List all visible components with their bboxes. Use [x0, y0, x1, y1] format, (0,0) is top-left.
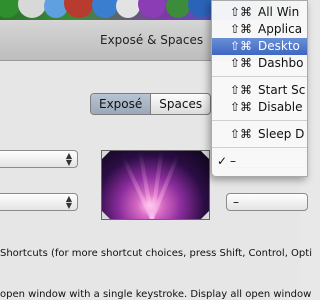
tab-spaces[interactable]: Spaces	[151, 94, 210, 114]
tab-expose[interactable]: Exposé	[91, 94, 152, 114]
bottom-left-corner-popup[interactable]: ▲ ▼	[0, 193, 78, 211]
menu-item-sleep-display[interactable]: ⇧⌘ Sleep D	[212, 126, 307, 143]
menu-item-desktop[interactable]: ⇧⌘ Deskto	[212, 38, 307, 55]
menu-item-dashboard[interactable]: ⇧⌘ Dashbo	[212, 55, 307, 72]
menu-item-all-windows[interactable]: ⇧⌘ All Win	[212, 4, 307, 21]
shortcuts-label: Shortcuts (for more shortcut choices, pr…	[0, 248, 312, 259]
menu-separator	[212, 147, 307, 148]
menu-item-disable-screen-saver[interactable]: ⇧⌘ Disable	[212, 99, 307, 116]
menu-item-application-windows[interactable]: ⇧⌘ Applica	[212, 21, 307, 38]
description-text: open window with a single keystroke. Dis…	[0, 289, 312, 300]
corner-marker-icon	[102, 211, 110, 219]
bottom-right-corner-popup[interactable]: –	[226, 193, 308, 211]
corner-marker-icon	[201, 151, 209, 159]
updown-arrows-icon: ▲ ▼	[65, 151, 72, 167]
corner-marker-icon	[201, 211, 209, 219]
menu-item-none[interactable]: ✓ –	[212, 153, 307, 170]
menu-item-start-screen-saver[interactable]: ⇧⌘ Start Sc	[212, 82, 307, 99]
checkmark-icon: ✓	[217, 154, 228, 168]
updown-arrows-icon: ▲ ▼	[65, 194, 72, 210]
window-title: Exposé & Spaces	[100, 33, 204, 47]
desktop-preview-image	[101, 150, 210, 220]
top-left-corner-popup[interactable]: ▲ ▼	[0, 150, 78, 168]
corner-marker-icon	[102, 151, 110, 159]
menu-separator	[212, 76, 307, 77]
shortcut-menu: ⇧⌘ All Win ⇧⌘ Applica ⇧⌘ Deskto ⇧⌘ Dashbo ⇧⌘…	[211, 0, 308, 177]
tab-control: Exposé Spaces	[90, 93, 212, 115]
menu-separator	[212, 120, 307, 121]
corner-value: –	[233, 195, 239, 209]
